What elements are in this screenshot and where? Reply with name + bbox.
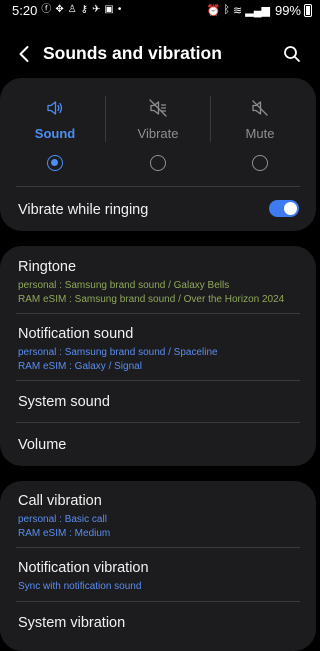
radio-mute[interactable] [252, 155, 268, 171]
divider [16, 313, 300, 314]
airplane-icon: ✈ [92, 4, 101, 15]
signal-icon: ▂▄▆ [245, 4, 270, 17]
call-vibration-personal: personal : Basic call [18, 514, 107, 525]
status-time: 5:20 [12, 2, 38, 18]
facebook-icon: ⓕ [41, 4, 52, 15]
app-icon: ▣ [104, 4, 114, 15]
mode-label-vibrate: Vibrate [137, 126, 179, 141]
wifi-icon: ≋ [233, 4, 243, 17]
ringtone-row[interactable]: Ringtone personal : Samsung brand sound … [18, 259, 308, 306]
app-header: Sounds and vibration [0, 36, 320, 72]
system-vibration-title: System vibration [18, 615, 126, 631]
mode-label-mute: Mute [245, 126, 275, 141]
ringtone-personal: personal : Samsung brand sound / Galaxy … [18, 280, 230, 291]
divider [16, 422, 300, 423]
notification-sound-personal: personal : Samsung brand sound / Spaceli… [18, 347, 218, 358]
notification-vibration-title: Notification vibration [18, 560, 149, 576]
notification-sound-esim: RAM eSIM : Galaxy / Signal [18, 360, 142, 372]
system-sound-row[interactable]: System sound [18, 394, 308, 410]
page-title: Sounds and vibration [43, 43, 222, 63]
divider [16, 601, 300, 602]
gamepad-icon: ✥ [55, 4, 64, 15]
divider [16, 547, 300, 548]
ringtone-esim: RAM eSIM : Samsung brand sound / Over th… [18, 293, 285, 305]
system-vibration-row[interactable]: System vibration [18, 615, 308, 631]
search-icon[interactable] [282, 44, 302, 64]
notification-sound-row[interactable]: Notification sound personal : Samsung br… [18, 326, 308, 373]
system-icons: ⏰ ᛒ ≋ ▂▄▆ 99% [207, 3, 312, 18]
ringtone-title: Ringtone [18, 259, 77, 275]
bluetooth-icon: ᛒ [223, 4, 231, 16]
system-sound-title: System sound [18, 394, 110, 410]
notification-vibration-sync: Sync with notification sound [18, 581, 142, 592]
sound-mode-card: Sound Vibrate Mute Vibrate while ringing [0, 78, 316, 231]
vibrate-while-ringing-label: Vibrate while ringing [18, 202, 149, 218]
alarm-icon: ⏰ [206, 4, 221, 17]
radio-sound[interactable] [47, 155, 63, 171]
notification-vibration-row[interactable]: Notification vibration Sync with notific… [18, 560, 308, 594]
call-vibration-esim: RAM eSIM : Medium [18, 527, 111, 539]
vibrate-while-ringing-toggle[interactable] [269, 200, 299, 217]
status-bar: 5:20 ⓕ ✥ ♙ ⚷ ✈ ▣ • ⏰ ᛒ ≋ ▂▄▆ 99% [0, 0, 320, 20]
volume-row[interactable]: Volume [18, 437, 308, 453]
sounds-card: Ringtone personal : Samsung brand sound … [0, 246, 316, 466]
key-icon: ⚷ [80, 4, 88, 15]
back-icon[interactable] [15, 44, 35, 64]
notification-sound-title: Notification sound [18, 326, 134, 342]
notification-icons: ⓕ ✥ ♙ ⚷ ✈ ▣ • [41, 4, 121, 16]
vibration-card: Call vibration personal : Basic call RAM… [0, 481, 316, 651]
mode-label-sound: Sound [34, 126, 76, 141]
divider [16, 380, 300, 381]
divider [16, 186, 300, 187]
radio-vibrate[interactable] [150, 155, 166, 171]
more-dot-icon: • [117, 4, 122, 15]
volume-title: Volume [18, 437, 67, 453]
call-vibration-title: Call vibration [18, 493, 102, 509]
battery-percent: 99% [274, 2, 301, 18]
call-vibration-row[interactable]: Call vibration personal : Basic call RAM… [18, 493, 308, 540]
person-icon: ♙ [67, 4, 77, 15]
vibrate-off-icon [149, 99, 167, 117]
speaker-icon [47, 101, 63, 115]
battery-icon [304, 3, 312, 17]
mute-icon [252, 100, 268, 116]
